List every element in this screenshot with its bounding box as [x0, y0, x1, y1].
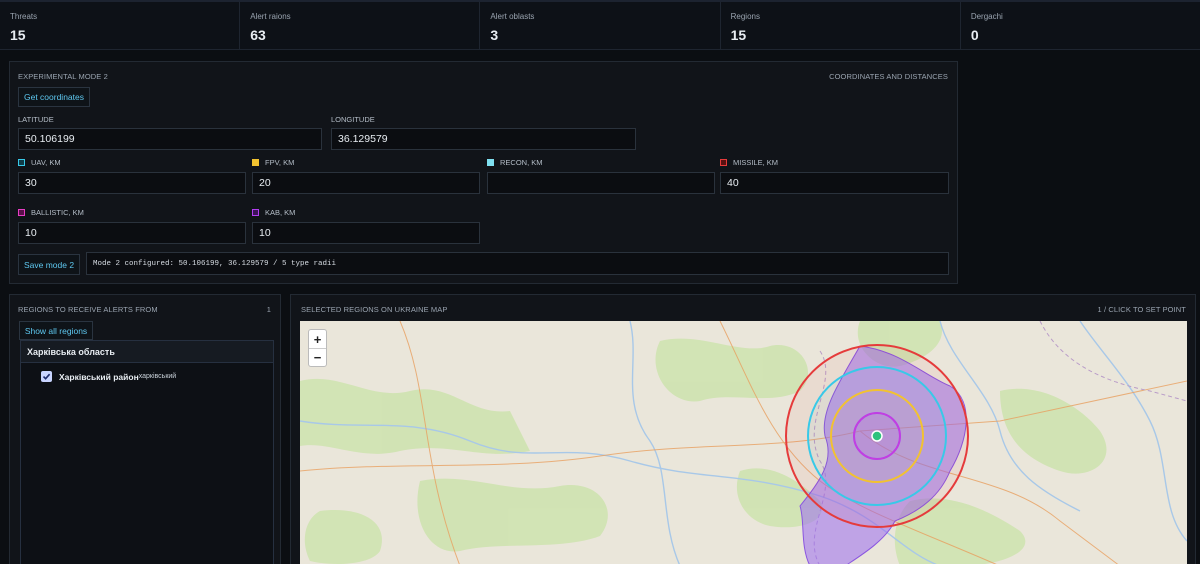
show-all-regions-button[interactable]: Show all regions — [19, 321, 93, 340]
status-output: Mode 2 configured: 50.106199, 36.129579 … — [86, 252, 949, 275]
latitude-label: LATITUDE — [18, 115, 54, 124]
stat-label: Threats — [10, 12, 38, 21]
stat-label: Alert raions — [250, 12, 291, 21]
save-mode-button[interactable]: Save mode 2 — [18, 254, 80, 275]
latitude-input[interactable]: 50.106199 — [18, 128, 322, 150]
recon-input[interactable] — [487, 172, 715, 194]
longitude-input[interactable]: 36.129579 — [331, 128, 636, 150]
regions-count: 1 — [266, 305, 271, 314]
district-name: Харківський район — [59, 371, 139, 382]
missile-label: MISSILE, KM — [720, 158, 778, 167]
map-panel: SELECTED REGIONS ON UKRAINE MAP 1 / CLIC… — [290, 294, 1196, 564]
missile-swatch — [720, 159, 727, 166]
kab-swatch — [252, 209, 259, 216]
fpv-label-text: FPV, KM — [265, 158, 295, 167]
uav-swatch — [18, 159, 25, 166]
zoom-out-button[interactable]: − — [309, 348, 326, 366]
get-coordinates-button[interactable]: Get coordinates — [18, 87, 90, 107]
fpv-label: FPV, KM — [252, 158, 294, 167]
stat-label: Regions — [730, 12, 760, 21]
oblast-name: Харківська область — [27, 346, 115, 357]
stat-value: 3 — [490, 27, 499, 43]
missile-label-text: MISSILE, KM — [733, 158, 779, 167]
uav-label: UAV, KM — [18, 158, 61, 167]
district-checkbox[interactable] — [41, 371, 52, 382]
map-panel-title: SELECTED REGIONS ON UKRAINE MAP — [301, 305, 448, 314]
stats-bar: Threats 15 Alert raions 63 Alert oblasts… — [0, 0, 1200, 50]
stat-regions: Regions 15 — [721, 2, 961, 49]
oblast-row[interactable]: Харківська область — [21, 341, 273, 363]
district-subtitle: харківський — [138, 373, 177, 380]
ballistic-swatch — [18, 209, 25, 216]
missile-input[interactable]: 40 — [720, 172, 949, 194]
stat-value: 0 — [970, 27, 979, 43]
kab-label-text: KAB, KM — [265, 208, 296, 217]
mode-panel: EXPERIMENTAL MODE 2 COORDINATES AND DIST… — [9, 61, 958, 284]
longitude-label: LONGITUDE — [331, 115, 375, 124]
region-list: Харківська область Харківський район хар… — [20, 340, 274, 564]
ukraine-map[interactable]: + − — [300, 321, 1187, 564]
fpv-swatch — [252, 159, 259, 166]
stat-alert-raions: Alert raions 63 — [240, 2, 481, 49]
map-canvas[interactable] — [300, 321, 1187, 564]
ballistic-label: BALLISTIC, KM — [18, 208, 84, 217]
zoom-in-button[interactable]: + — [309, 330, 326, 348]
regions-panel: REGIONS TO RECEIVE ALERTS FROM 1 Show al… — [9, 294, 281, 564]
fpv-input[interactable]: 20 — [252, 172, 480, 194]
mode-panel-title: EXPERIMENTAL MODE 2 — [18, 72, 108, 81]
mode-panel-subtitle: COORDINATES AND DISTANCES — [829, 72, 948, 81]
zoom-control: + − — [308, 329, 327, 367]
check-icon — [42, 373, 51, 380]
recon-swatch — [487, 159, 494, 166]
recon-label: RECON, KM — [487, 158, 543, 167]
kab-label: KAB, KM — [252, 208, 295, 217]
stat-value: 63 — [250, 27, 266, 43]
district-row[interactable]: Харківський район харківський — [21, 363, 273, 382]
stat-value: 15 — [10, 27, 26, 43]
recon-label-text: RECON, KM — [500, 158, 543, 167]
ballistic-input[interactable]: 10 — [18, 222, 246, 244]
uav-label-text: UAV, KM — [31, 158, 61, 167]
stat-label: Alert oblasts — [490, 12, 535, 21]
stat-value: 15 — [730, 27, 747, 43]
stat-threats: Threats 15 — [0, 2, 241, 49]
stat-label: Dergachi — [970, 12, 1003, 21]
stat-dergachi: Dergachi 0 — [961, 2, 1200, 49]
ballistic-label-text: BALLISTIC, KM — [31, 208, 84, 217]
uav-input[interactable]: 30 — [18, 172, 246, 194]
kab-input[interactable]: 10 — [252, 222, 480, 244]
regions-panel-title: REGIONS TO RECEIVE ALERTS FROM — [18, 305, 158, 314]
stat-alert-oblasts: Alert oblasts 3 — [480, 2, 721, 49]
map-hint: 1 / CLICK TO SET POINT — [1097, 305, 1186, 314]
